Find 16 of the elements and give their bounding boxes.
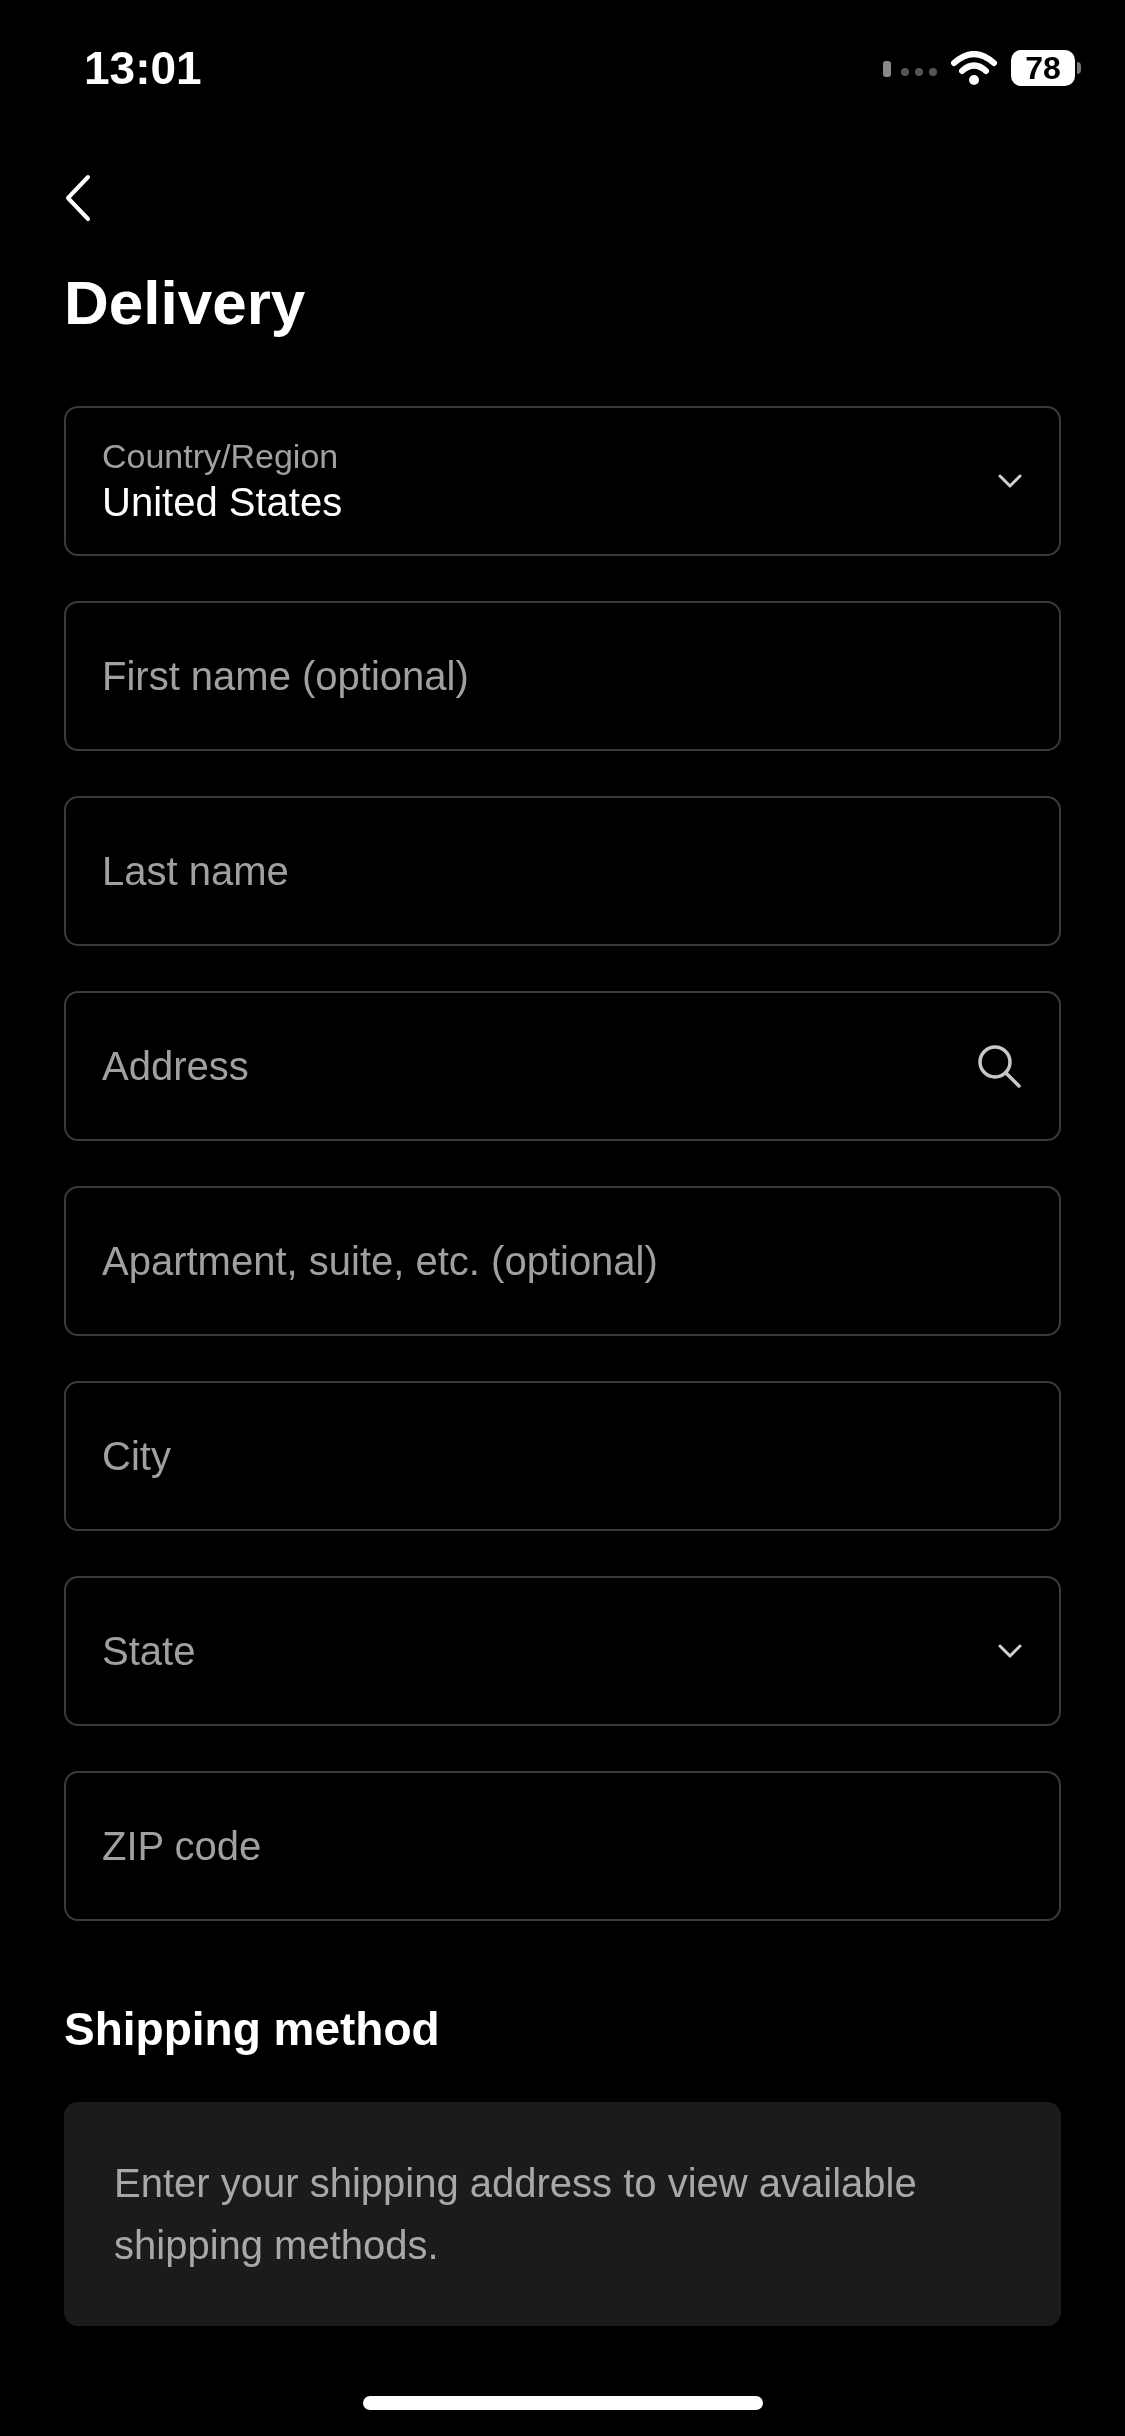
status-time: 13:01 xyxy=(84,40,202,96)
wifi-icon xyxy=(951,51,997,85)
text-field[interactable]: Last name xyxy=(64,796,1061,946)
signal-icon xyxy=(883,59,937,77)
text-field[interactable]: ZIP code xyxy=(64,1771,1061,1921)
text-field[interactable]: First name (optional) xyxy=(64,601,1061,751)
search-icon[interactable] xyxy=(975,1042,1023,1090)
section-heading: Shipping method xyxy=(64,2002,441,2057)
dropdown-field[interactable]: Country/Region United States xyxy=(64,406,1061,556)
chevron-down-icon xyxy=(997,473,1023,489)
dropdown-field[interactable]: State xyxy=(64,1576,1061,1726)
text-field[interactable]: Apartment, suite, etc. (optional) xyxy=(64,1186,1061,1336)
address-field[interactable]: Address xyxy=(64,991,1061,1141)
chevron-down-icon xyxy=(997,1643,1023,1659)
shipping-message: Enter your shipping address to view available shipping methods. xyxy=(64,2102,1061,2326)
text-field[interactable]: City xyxy=(64,1381,1061,1531)
